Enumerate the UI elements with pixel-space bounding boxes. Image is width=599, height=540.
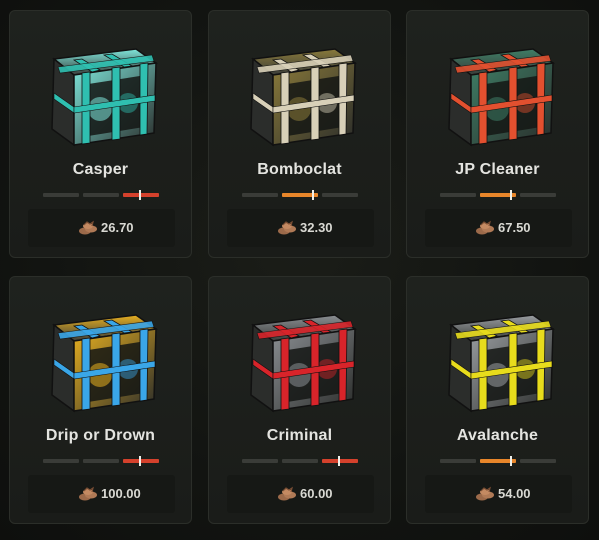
risk-bar [282,459,318,463]
risk-bar [520,459,556,463]
case-card[interactable]: Bomboclat 32.30 [208,10,391,258]
case-price: 60.00 [300,486,333,501]
risk-bar [440,193,476,197]
risk-indicator [139,456,141,466]
risk-bar [83,193,119,197]
case-card[interactable]: Avalanche 54.00 [406,276,589,524]
risk-bar [480,456,516,466]
coin-pile-icon [277,486,297,502]
case-image [239,33,361,151]
case-card[interactable]: Criminal 60.00 [208,276,391,524]
risk-bar [480,190,516,200]
coin-pile-icon [475,220,495,236]
case-image [239,299,361,417]
case-card[interactable]: Drip or Drown 100.00 [9,276,192,524]
case-price: 32.30 [300,220,333,235]
risk-indicator [312,190,314,200]
risk-bar [123,456,159,466]
case-price: 26.70 [101,220,134,235]
risk-bar [282,190,318,200]
case-price: 54.00 [498,486,531,501]
risk-bar [43,193,79,197]
case-name: Criminal [266,427,333,444]
risk-bar [322,456,358,466]
risk-bar [83,459,119,463]
case-price: 67.50 [498,220,531,235]
price-box: 32.30 [227,209,374,247]
case-image [437,299,559,417]
case-image [40,299,162,417]
case-name: Casper [72,161,129,178]
case-grid: Casper 26.70 Bomboclat 32.30 JP Cleaner … [0,0,599,540]
risk-bar [440,459,476,463]
risk-indicator [510,190,512,200]
case-image [437,33,559,151]
risk-indicator [510,456,512,466]
case-name: Avalanche [456,427,539,444]
risk-bar [322,193,358,197]
case-name: Drip or Drown [45,427,156,444]
risk-bar [242,193,278,197]
case-card[interactable]: Casper 26.70 [9,10,192,258]
case-name: JP Cleaner [455,161,540,178]
price-box: 54.00 [425,475,572,513]
case-card[interactable]: JP Cleaner 67.50 [406,10,589,258]
coin-pile-icon [78,220,98,236]
risk-indicator [139,190,141,200]
case-price: 100.00 [101,486,141,501]
coin-pile-icon [277,220,297,236]
risk-bar [123,190,159,200]
price-box: 60.00 [227,475,374,513]
risk-bar [242,459,278,463]
coin-pile-icon [78,486,98,502]
risk-bar [43,459,79,463]
case-name: Bomboclat [257,161,342,178]
coin-pile-icon [475,486,495,502]
price-box: 26.70 [28,209,175,247]
risk-indicator [338,456,340,466]
case-image [40,33,162,151]
price-box: 67.50 [425,209,572,247]
price-box: 100.00 [28,475,175,513]
risk-bar [520,193,556,197]
